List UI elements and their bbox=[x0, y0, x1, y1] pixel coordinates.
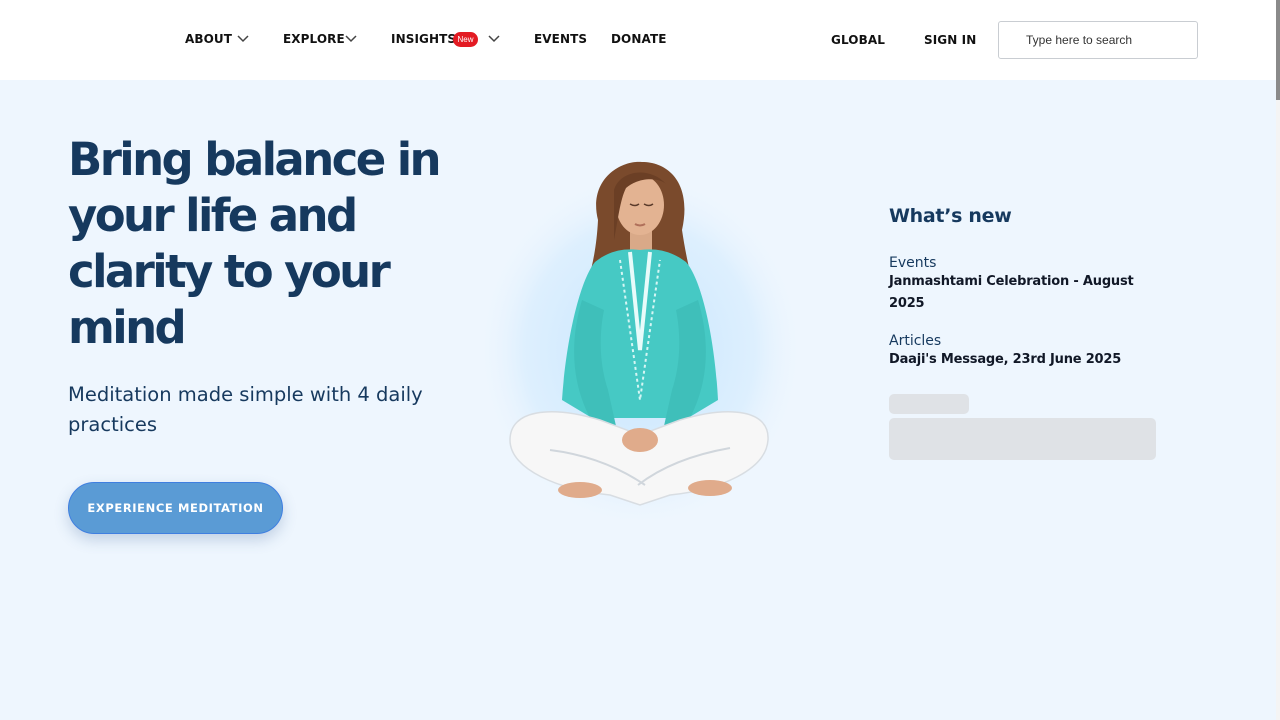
whats-new-title: What’s new bbox=[889, 205, 1012, 227]
nav-explore[interactable]: EXPLORE bbox=[283, 32, 345, 48]
whats-new-item-link[interactable]: Janmashtami Celebration - August 2025 bbox=[889, 271, 1154, 315]
whats-new-category-articles: Articles bbox=[889, 333, 942, 349]
nav-donate[interactable]: DONATE bbox=[611, 32, 667, 48]
new-badge: New bbox=[453, 32, 478, 47]
chevron-down-icon[interactable] bbox=[344, 33, 358, 43]
nav-events[interactable]: EVENTS bbox=[534, 32, 587, 48]
hero-subtitle: Meditation made simple with 4 daily prac… bbox=[68, 383, 423, 436]
search-input[interactable] bbox=[998, 21, 1198, 59]
chevron-down-icon[interactable] bbox=[236, 33, 250, 43]
loading-placeholder bbox=[889, 394, 969, 414]
scrollbar-thumb[interactable] bbox=[1276, 0, 1280, 100]
scrollbar[interactable] bbox=[1276, 0, 1280, 720]
site-header: ABOUT EXPLORE INSIGHTS New EVENTS DONATE… bbox=[0, 0, 1276, 80]
chevron-down-icon[interactable] bbox=[487, 33, 501, 43]
experience-meditation-button[interactable]: EXPERIENCE MEDITATION bbox=[68, 482, 283, 534]
nav-insights[interactable]: INSIGHTS bbox=[391, 32, 456, 48]
hero-title: Bring balance in your life and clarity t… bbox=[68, 133, 442, 354]
whats-new-item-link[interactable]: Daaji's Message, 23rd June 2025 bbox=[889, 349, 1154, 371]
sign-in-link[interactable]: SIGN IN bbox=[924, 33, 976, 49]
whats-new-category-events: Events bbox=[889, 255, 937, 271]
nav-about[interactable]: ABOUT bbox=[185, 32, 232, 48]
loading-placeholder bbox=[889, 418, 1156, 460]
meditation-figure-image bbox=[475, 161, 805, 530]
global-selector[interactable]: GLOBAL bbox=[831, 33, 885, 49]
